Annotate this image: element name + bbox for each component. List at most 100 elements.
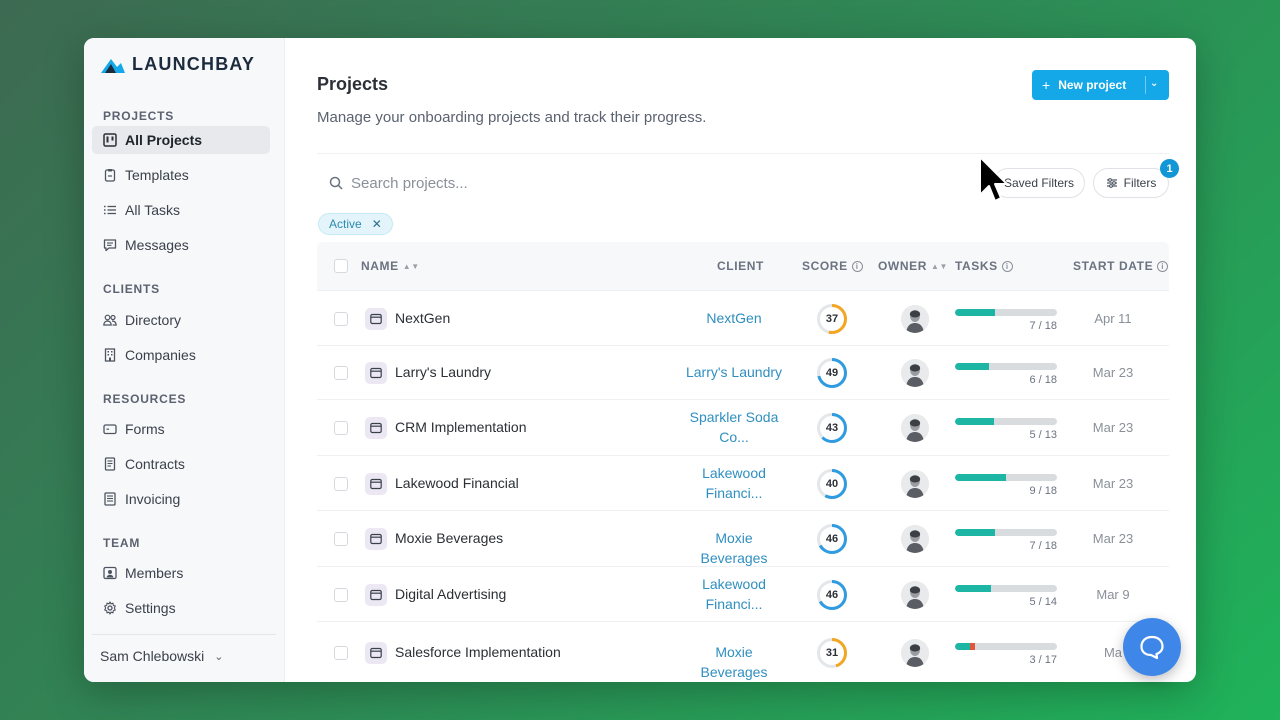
score-ring: 37 — [816, 303, 848, 335]
search-icon — [329, 176, 343, 195]
start-date: Mar 23 — [1092, 531, 1134, 546]
tasks-progress-bar — [955, 474, 1057, 481]
column-name-label: NAME — [361, 259, 399, 273]
sidebar-item-all-tasks[interactable]: All Tasks — [92, 196, 270, 224]
chevron-down-icon[interactable]: ⌄ — [1150, 78, 1158, 89]
row-checkbox[interactable] — [334, 366, 348, 380]
avatar[interactable] — [901, 525, 929, 553]
sidebar-item-members[interactable]: Members — [92, 559, 270, 587]
score-ring: 46 — [816, 579, 848, 611]
score-ring: 43 — [816, 412, 848, 444]
table-row[interactable]: Lakewood Financial Lakewood Financi... 40 9… — [317, 455, 1169, 510]
sidebar-item-label: All Tasks — [125, 202, 180, 218]
brand-name: LAUNCHBAY — [132, 54, 256, 74]
row-checkbox[interactable] — [334, 532, 348, 546]
sidebar-item-settings[interactable]: Settings — [92, 594, 270, 622]
project-window-icon — [365, 528, 387, 550]
user-name: Sam Chlebowski — [100, 648, 205, 664]
document-icon — [103, 457, 117, 471]
section-label-team: TEAM — [103, 536, 141, 550]
score-value: 37 — [825, 313, 839, 325]
tasks-progress-fill — [955, 474, 1006, 481]
filters-button[interactable]: Filters — [1093, 168, 1169, 198]
avatar[interactable] — [901, 414, 929, 442]
column-client[interactable]: CLIENT — [717, 259, 764, 273]
user-menu[interactable]: Sam Chlebowski ⌄ — [100, 648, 223, 664]
sidebar-item-all-projects[interactable]: All Projects — [92, 126, 270, 154]
row-checkbox[interactable] — [334, 477, 348, 491]
tasks-progress-bar — [955, 643, 1057, 650]
avatar[interactable] — [901, 581, 929, 609]
tasks-progress-fill — [955, 363, 989, 370]
info-icon[interactable]: i — [851, 260, 863, 272]
tasks-progress-bar — [955, 418, 1057, 425]
column-tasks-label: TASKS — [955, 259, 998, 273]
logo[interactable]: LAUNCHBAY — [100, 54, 255, 75]
info-icon[interactable]: i — [1157, 260, 1169, 272]
client-link[interactable]: Sparkler Soda Co... — [682, 408, 786, 447]
sidebar-item-forms[interactable]: Forms — [92, 415, 270, 443]
column-tasks[interactable]: TASKS i — [955, 259, 1013, 273]
sidebar: LAUNCHBAY PROJECTS All Projects Templates A… — [84, 38, 285, 682]
project-name[interactable]: CRM Implementation — [395, 419, 527, 435]
table-row[interactable]: CRM Implementation Sparkler Soda Co... 43 5… — [317, 399, 1169, 455]
score-ring: 40 — [816, 468, 848, 500]
table-row[interactable]: NextGen NextGen 37 7 / 18 Apr 11 — [317, 290, 1169, 345]
project-name[interactable]: Moxie Beverages — [395, 530, 503, 546]
table-row[interactable]: Salesforce Implementation Moxie Beverages… — [317, 621, 1169, 682]
sidebar-item-label: Members — [125, 565, 184, 581]
sidebar-item-label: Invoicing — [125, 491, 181, 507]
row-checkbox[interactable] — [334, 421, 348, 435]
project-name[interactable]: Digital Advertising — [395, 586, 506, 602]
kanban-icon — [103, 133, 117, 147]
column-client-label: CLIENT — [717, 259, 764, 273]
project-name[interactable]: Salesforce Implementation — [395, 644, 561, 660]
sidebar-item-label: Settings — [125, 600, 176, 616]
sidebar-item-invoicing[interactable]: Invoicing — [92, 485, 270, 513]
client-link[interactable]: NextGen — [682, 309, 786, 329]
avatar[interactable] — [901, 470, 929, 498]
new-project-button[interactable]: + New project ⌄ — [1032, 70, 1169, 100]
sidebar-item-templates[interactable]: Templates — [92, 161, 270, 189]
project-window-icon — [365, 362, 387, 384]
select-all-checkbox[interactable] — [334, 259, 348, 273]
column-score-label: SCORE — [802, 259, 848, 273]
tasks-progress-bar — [955, 309, 1057, 316]
avatar[interactable] — [901, 639, 929, 667]
client-link[interactable]: Larry's Laundry — [682, 363, 786, 383]
avatar[interactable] — [901, 305, 929, 333]
sidebar-item-companies[interactable]: Companies — [92, 341, 270, 369]
tasks-progress-fill — [955, 418, 995, 425]
row-checkbox[interactable] — [334, 312, 348, 326]
column-start-date-label: START DATE — [1073, 259, 1154, 273]
score-value: 43 — [825, 422, 839, 434]
project-name[interactable]: Lakewood Financial — [395, 475, 519, 491]
client-link[interactable]: Moxie Beverages — [682, 643, 786, 682]
active-chip-label: Active — [329, 217, 362, 231]
client-link[interactable]: Moxie Beverages — [682, 529, 786, 568]
sidebar-item-directory[interactable]: Directory — [92, 306, 270, 334]
search-input[interactable] — [351, 170, 651, 196]
saved-filters-label: Saved Filters — [1003, 176, 1075, 190]
column-owner[interactable]: OWNER ▲▼ — [878, 259, 948, 273]
client-link[interactable]: Lakewood Financi... — [682, 575, 786, 614]
close-icon[interactable]: ✕ — [372, 217, 382, 231]
column-start-date[interactable]: START DATE i — [1073, 259, 1169, 273]
project-name[interactable]: NextGen — [395, 310, 450, 326]
column-score[interactable]: SCORE i — [802, 259, 863, 273]
column-name[interactable]: NAME ▲▼ — [361, 259, 420, 273]
table-row[interactable]: Digital Advertising Lakewood Financi... 46… — [317, 566, 1169, 621]
table-row[interactable]: Moxie Beverages Moxie Beverages 46 7 / 18 Ma… — [317, 510, 1169, 566]
info-icon[interactable]: i — [1001, 260, 1013, 272]
row-checkbox[interactable] — [334, 646, 348, 660]
avatar[interactable] — [901, 359, 929, 387]
client-link[interactable]: Lakewood Financi... — [682, 464, 786, 503]
table-row[interactable]: Larry's Laundry Larry's Laundry 49 6 / 18 Ma… — [317, 345, 1169, 399]
project-name[interactable]: Larry's Laundry — [395, 364, 491, 380]
help-chat-button[interactable] — [1123, 618, 1181, 676]
sidebar-item-messages[interactable]: Messages — [92, 231, 270, 259]
row-checkbox[interactable] — [334, 588, 348, 602]
sidebar-item-contracts[interactable]: Contracts — [92, 450, 270, 478]
sidebar-divider — [92, 634, 276, 635]
sidebar-item-label: Directory — [125, 312, 182, 328]
